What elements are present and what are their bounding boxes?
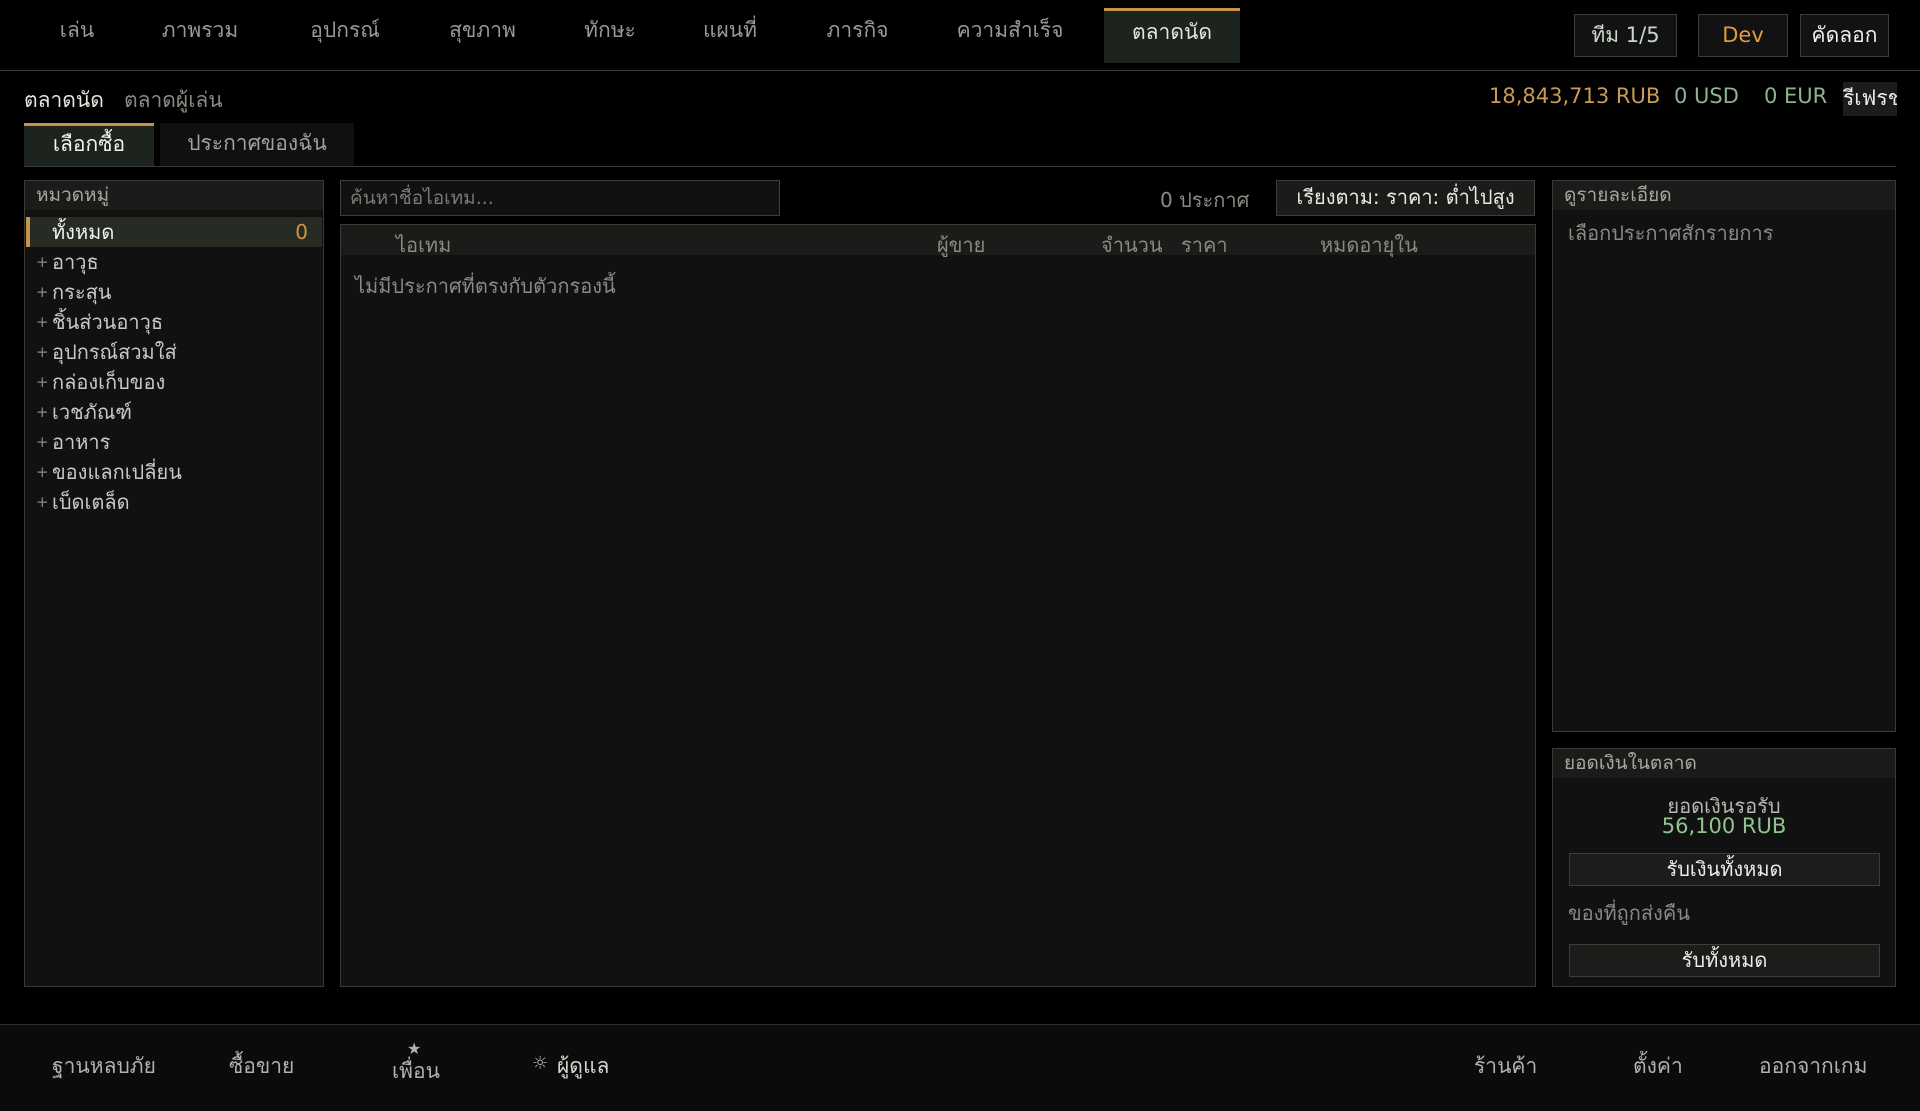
plus-icon: + (36, 433, 49, 451)
category-item-label: เวชภัณฑ์ (52, 400, 132, 424)
plus-icon: + (36, 283, 49, 301)
bottom-shop-button[interactable]: ร้านค้า (1474, 1050, 1537, 1083)
search-input[interactable] (340, 180, 780, 216)
category-item-label: ชิ้นส่วนอาวุธ (52, 310, 164, 334)
bottom-hideout-button[interactable]: ฐานหลบภัย (52, 1050, 156, 1083)
returned-items-label: ของที่ถูกส่งคืน (1568, 901, 1690, 925)
top-navigation: เล่น ภาพรวม อุปกรณ์ สุขภาพ ทักษะ แผนที่ … (0, 0, 1920, 71)
category-item-label: อาหาร (52, 430, 111, 454)
column-seller[interactable]: ผู้ขาย (937, 229, 985, 261)
plus-icon: + (36, 253, 49, 271)
rub-balance: 18,843,713 RUB (1489, 84, 1661, 108)
bottom-settings-button[interactable]: ตั้งค่า (1633, 1050, 1683, 1083)
category-item-gear[interactable]: + อุปกรณ์สวมใส่ (26, 337, 322, 367)
category-item-label: ของแลกเปลี่ยน (52, 460, 182, 484)
divider (24, 166, 1896, 167)
bottom-friends-button[interactable]: เพื่อน (392, 1055, 440, 1088)
category-item-label: อาวุธ (52, 250, 99, 274)
sort-dropdown[interactable]: เรียงตาม: ราคา: ต่ำไปสูง (1276, 180, 1535, 216)
market-balance-title: ยอดเงินในตลาด (1553, 749, 1895, 778)
plus-icon: + (36, 373, 49, 391)
category-item-weapons[interactable]: + อาวุธ (26, 247, 322, 277)
category-item-label: กล่องเก็บของ (52, 370, 166, 394)
tab-equipment[interactable]: อุปกรณ์ (295, 8, 395, 63)
tab-skills[interactable]: ทักษะ (570, 8, 650, 63)
bottom-trade-button[interactable]: ซื้อขาย (229, 1050, 294, 1083)
bottom-admin-button[interactable]: ผู้ดูแล (557, 1050, 609, 1083)
tab-play[interactable]: เล่น (40, 8, 114, 63)
pending-balance-value: 56,100 RUB (1661, 814, 1787, 838)
admin-sun-icon: ☼ (532, 1053, 549, 1074)
column-price[interactable]: ราคา (1181, 229, 1228, 261)
details-panel-title: ดูรายละเอียด (1553, 181, 1895, 210)
listings-table: ไอเทม ผู้ขาย จำนวน ราคา หมดอายุใน ไม่มีป… (340, 224, 1536, 987)
category-item-label: กระสุน (52, 280, 112, 304)
category-item-label: ทั้งหมด (52, 220, 115, 244)
tab-overview[interactable]: ภาพรวม (150, 8, 250, 63)
plus-icon: + (36, 403, 49, 421)
details-panel: ดูรายละเอียด เลือกประกาศสักรายการ (1552, 180, 1896, 732)
category-item-food[interactable]: + อาหาร (26, 427, 322, 457)
category-panel-title: หมวดหมู่ (25, 181, 323, 210)
category-item-all[interactable]: ทั้งหมด 0 (26, 217, 322, 247)
tab-browse-buy[interactable]: เลือกซื้อ (24, 123, 154, 166)
dev-button[interactable]: Dev (1698, 14, 1788, 57)
refresh-button[interactable]: รีเฟรช (1843, 82, 1897, 116)
tab-flea-market[interactable]: ตลาดนัด (1104, 8, 1240, 63)
category-item-misc[interactable]: + เบ็ดเตล็ด (26, 487, 322, 517)
claim-money-button[interactable]: รับเงินทั้งหมด (1569, 853, 1880, 886)
column-expires[interactable]: หมดอายุใน (1320, 229, 1418, 261)
category-item-medical[interactable]: + เวชภัณฑ์ (26, 397, 322, 427)
category-item-label: เบ็ดเตล็ด (52, 490, 130, 514)
details-hint: เลือกประกาศสักรายการ (1568, 221, 1774, 245)
column-item[interactable]: ไอเทม (396, 229, 451, 261)
category-count-badge: 0 (295, 220, 308, 244)
team-button[interactable]: ทีม 1/5 (1574, 14, 1677, 57)
tab-quests[interactable]: ภารกิจ (815, 8, 900, 63)
claim-all-button[interactable]: รับทั้งหมด (1569, 944, 1880, 977)
category-item-barter[interactable]: + ของแลกเปลี่ยน (26, 457, 322, 487)
subtab-flea-market[interactable]: ตลาดนัด (24, 84, 104, 117)
listing-count: 0 ประกาศ (1160, 188, 1250, 212)
plus-icon: + (36, 463, 49, 481)
tab-map[interactable]: แผนที่ (690, 8, 770, 63)
tab-health[interactable]: สุขภาพ (435, 8, 530, 63)
copy-button[interactable]: คัดลอก (1800, 14, 1889, 57)
plus-icon: + (36, 313, 49, 331)
eur-balance: 0 EUR (1764, 84, 1828, 108)
category-item-containers[interactable]: + กล่องเก็บของ (26, 367, 322, 397)
plus-icon: + (36, 493, 49, 511)
column-quantity[interactable]: จำนวน (1101, 229, 1163, 261)
bottom-exit-button[interactable]: ออกจากเกม (1759, 1050, 1868, 1083)
tab-achievements[interactable]: ความสำเร็จ (945, 8, 1075, 63)
empty-message: ไม่มีประกาศที่ตรงกับตัวกรองนี้ (355, 274, 616, 298)
category-item-ammo[interactable]: + กระสุน (26, 277, 322, 307)
plus-icon: + (36, 343, 49, 361)
market-balance-panel: ยอดเงินในตลาด ยอดเงินรอรับ 56,100 RUB รั… (1552, 748, 1896, 987)
category-item-weapon-parts[interactable]: + ชิ้นส่วนอาวุธ (26, 307, 322, 337)
category-panel: หมวดหมู่ ทั้งหมด 0 + อาวุธ + กระสุน + ชิ้นส… (24, 180, 324, 987)
bottom-bar: ฐานหลบภัย ซื้อขาย ★ เพื่อน ☼ ผู้ดูแล ร้า… (0, 1024, 1920, 1111)
category-item-label: อุปกรณ์สวมใส่ (52, 340, 177, 364)
tab-my-listings[interactable]: ประกาศของฉัน (160, 123, 354, 166)
subtab-player-market[interactable]: ตลาดผู้เล่น (124, 84, 223, 117)
usd-balance: 0 USD (1674, 84, 1739, 108)
